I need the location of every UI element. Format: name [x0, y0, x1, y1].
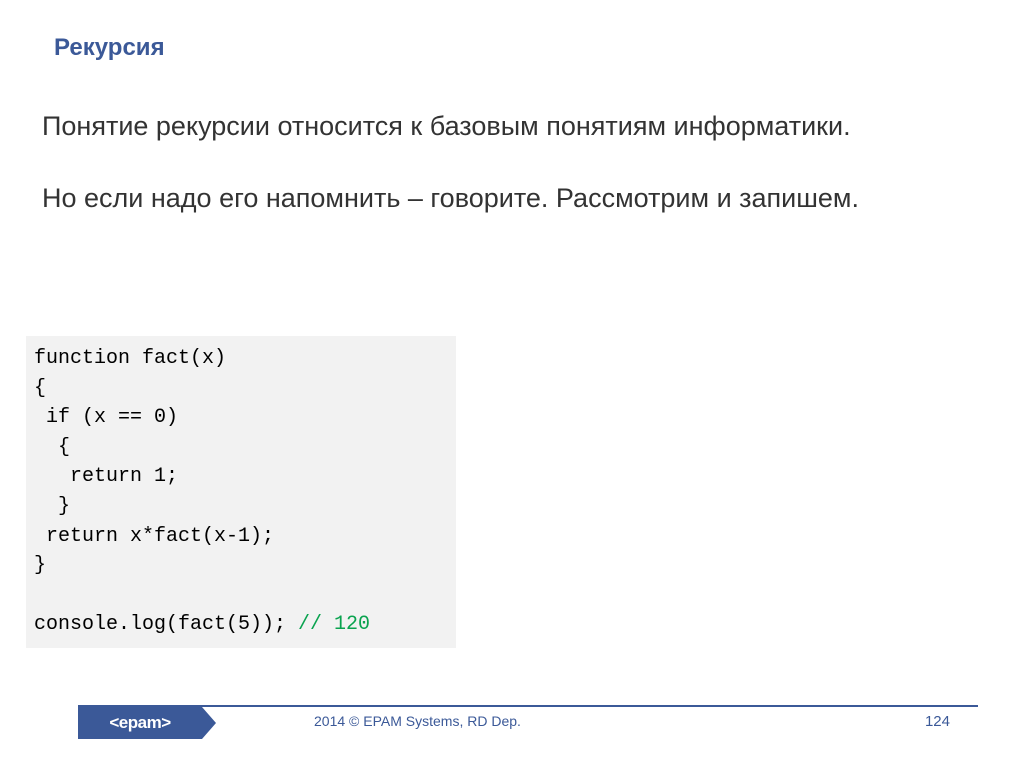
code-line: return x*fact(x-1); — [34, 525, 274, 548]
slide-title: Рекурсия — [54, 34, 165, 62]
page-number: 124 — [925, 713, 950, 730]
code-line: if (x == 0) — [34, 406, 178, 429]
paragraph-1: Понятие рекурсии относится к базовым пон… — [42, 108, 982, 144]
code-comment: // 120 — [298, 613, 370, 636]
logo-text: <epam> — [78, 707, 202, 739]
body-text: Понятие рекурсии относится к базовым пон… — [42, 108, 982, 253]
footer: <epam> 2014 © EPAM Systems, RD Dep. 124 — [0, 705, 1024, 743]
code-line: function fact(x) — [34, 347, 226, 370]
copyright-text: 2014 © EPAM Systems, RD Dep. — [314, 713, 521, 729]
logo: <epam> — [78, 707, 214, 739]
code-line: } — [34, 554, 46, 577]
code-line: return 1; — [34, 465, 178, 488]
slide: Рекурсия Понятие рекурсии относится к ба… — [0, 0, 1024, 767]
footer-bar: <epam> 2014 © EPAM Systems, RD Dep. 124 — [78, 707, 978, 737]
logo-arrow-icon — [202, 707, 216, 739]
code-line: console.log(fact(5)); — [34, 613, 298, 636]
code-line: { — [34, 436, 70, 459]
code-line: { — [34, 377, 46, 400]
code-block: function fact(x) { if (x == 0) { return … — [26, 336, 456, 648]
code-line: } — [34, 495, 70, 518]
paragraph-2: Но если надо его напомнить – говорите. Р… — [42, 180, 982, 216]
